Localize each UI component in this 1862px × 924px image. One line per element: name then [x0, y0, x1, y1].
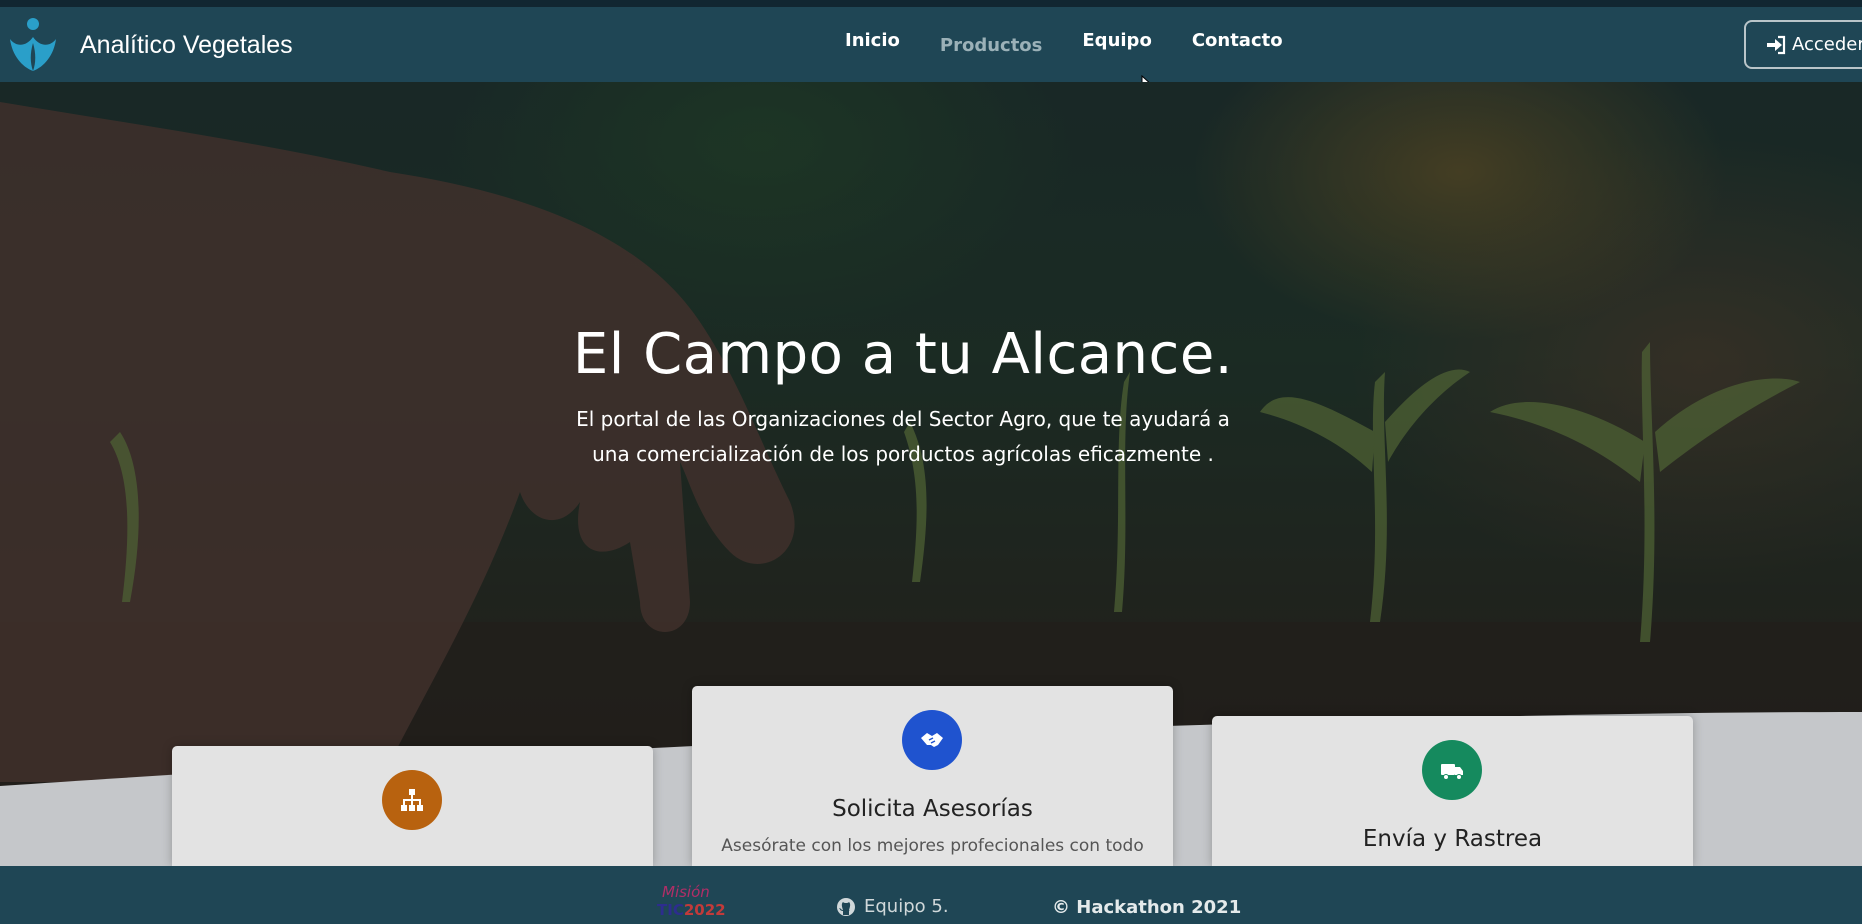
card-icon-circle [1422, 740, 1482, 800]
footer-copyright: © Hackathon 2021 [1052, 897, 1242, 918]
nav-links: Inicio Productos Equipo Contacto [845, 30, 1323, 56]
brand-logo-icon [10, 18, 56, 71]
card-title: Envía y Rastrea [1362, 826, 1543, 852]
login-button[interactable]: Acceder [1744, 20, 1862, 69]
card-icon-circle [382, 770, 442, 830]
card-description: Asesórate con los mejores profecionales … [721, 836, 1144, 856]
nav-link-productos[interactable]: Productos [940, 35, 1043, 56]
navbar: Analítico Vegetales Inicio Productos Equ… [0, 7, 1862, 82]
truck-icon [1441, 764, 1463, 780]
window-top-strip [0, 0, 1862, 7]
footer-team-link[interactable]: Equipo 5. [836, 896, 949, 917]
nav-link-inicio[interactable]: Inicio [845, 30, 900, 56]
github-icon [837, 897, 855, 916]
login-button-label: Acceder [1792, 34, 1862, 55]
feature-card-envios[interactable]: Envía y Rastrea [1212, 716, 1693, 866]
brand[interactable]: Analítico Vegetales [8, 17, 293, 73]
feature-card-organizations[interactable] [172, 746, 653, 866]
card-title: Solicita Asesorías [832, 796, 1033, 822]
feature-card-asesorias[interactable]: Solicita Asesorías Asesórate con los mej… [692, 686, 1173, 866]
nav-link-equipo[interactable]: Equipo [1082, 30, 1151, 56]
mision-tic-logo[interactable]: Misión TIC2022 [655, 883, 727, 924]
hero-section: El Campo a tu Alcance. El portal de las … [0, 82, 1862, 866]
card-icon-circle [902, 710, 962, 770]
sitemap-icon [401, 789, 423, 811]
nav-link-contacto[interactable]: Contacto [1192, 30, 1283, 56]
footer: Misión TIC2022 Equipo 5. © Hackathon 202… [0, 866, 1862, 924]
brand-name: Analítico Vegetales [80, 30, 293, 59]
footer-team-label: Equipo 5. [864, 896, 949, 917]
handshake-icon [921, 733, 943, 747]
sign-in-icon [1767, 35, 1786, 54]
